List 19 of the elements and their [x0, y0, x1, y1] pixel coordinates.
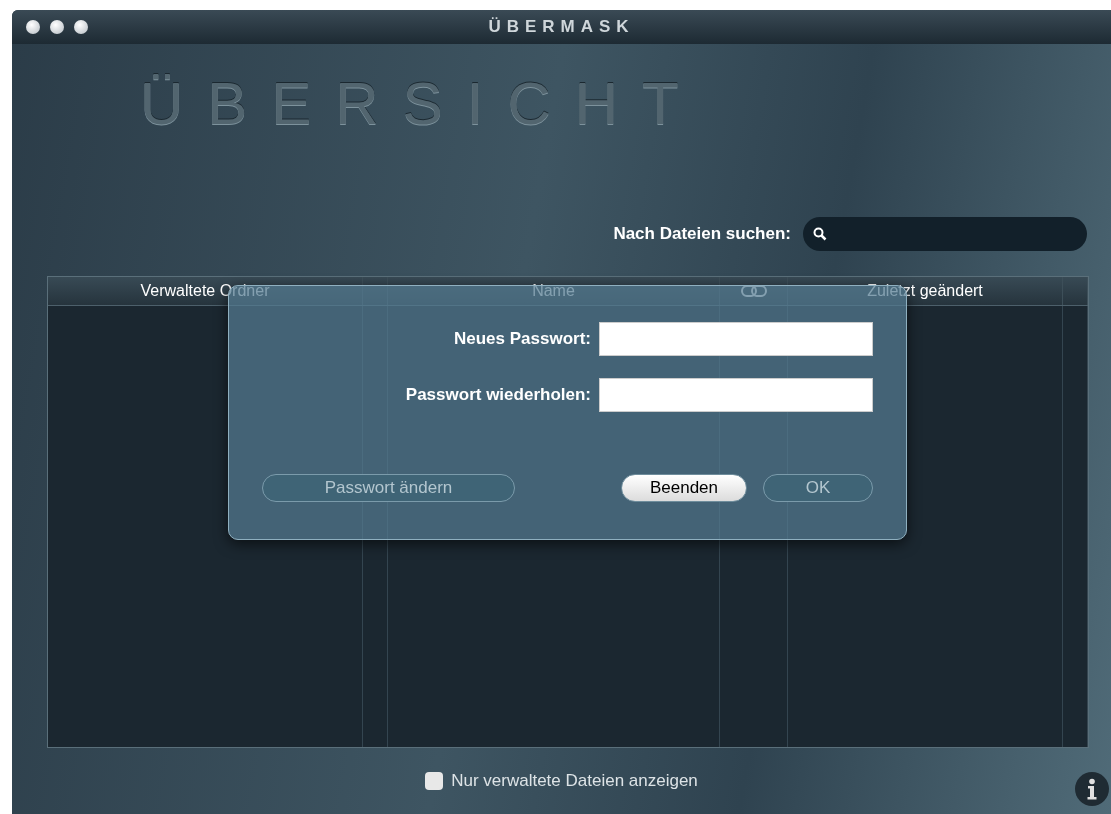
search-field[interactable]: [803, 217, 1087, 251]
field-label: Passwort wiederholen:: [405, 385, 591, 405]
window-title: ÜBERMASK: [488, 17, 635, 37]
close-button[interactable]: [26, 20, 40, 34]
field-label: Neues Passwort:: [454, 329, 591, 349]
info-button[interactable]: [1075, 772, 1109, 806]
info-icon: [1085, 778, 1099, 800]
dialog-button[interactable]: Beenden: [621, 474, 747, 502]
page-heading: ÜBERSICHT: [140, 68, 703, 138]
checkbox[interactable]: [425, 772, 444, 790]
column-header[interactable]: Verwaltete Ordner: [140, 282, 270, 300]
password-field[interactable]: [599, 378, 873, 412]
checkbox-label: Nur verwaltete Dateien anzeigen: [451, 771, 698, 791]
password-field[interactable]: [599, 322, 873, 356]
zoom-button[interactable]: [74, 20, 88, 34]
search-label: Nach Dateien suchen:: [613, 224, 791, 244]
minimize-button[interactable]: [50, 20, 64, 34]
search-icon: [813, 227, 827, 241]
column-header[interactable]: Zuletzt geändert: [867, 282, 983, 300]
